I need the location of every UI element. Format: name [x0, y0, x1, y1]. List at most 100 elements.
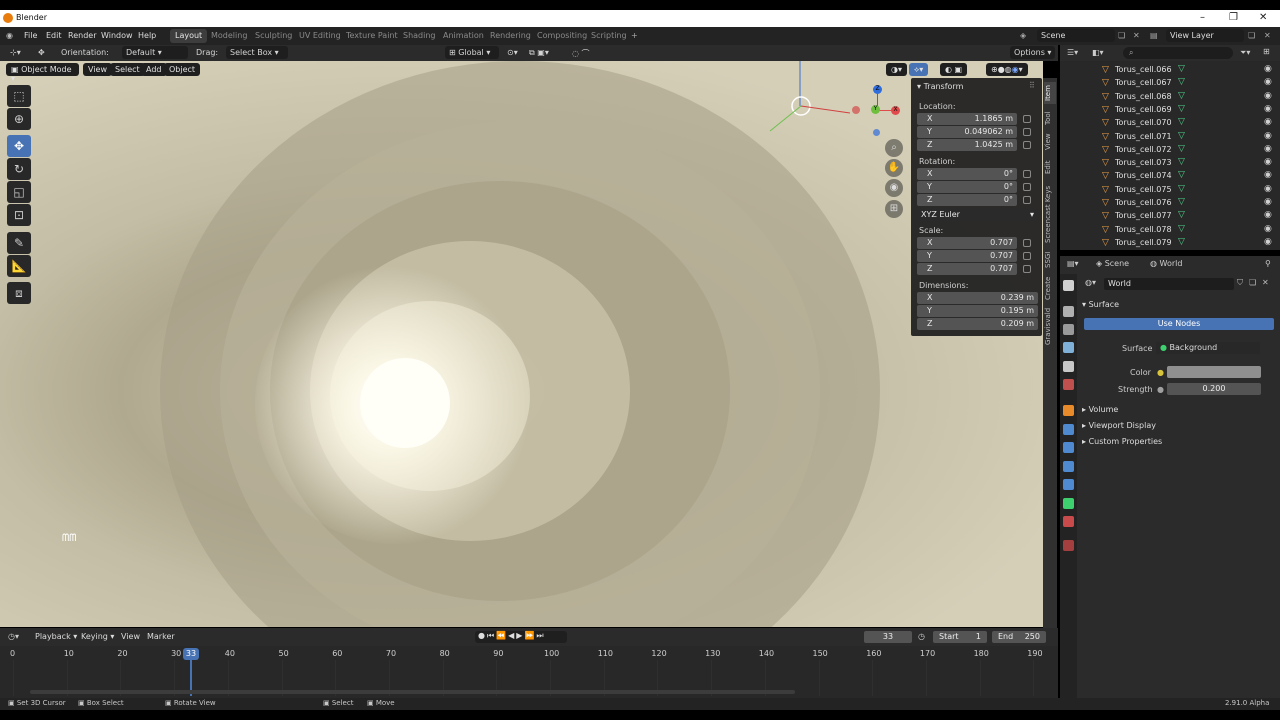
3d-viewport[interactable]: Z X Y ⌕ ✋ ◉ ⊞ ᗰᗰ [0, 61, 1043, 627]
minimize-icon[interactable]: – [1200, 12, 1205, 23]
playhead-frame-badge[interactable]: 33 [183, 648, 199, 660]
move-tool-button[interactable]: ✥ [7, 135, 31, 157]
lock-icon[interactable] [1023, 115, 1031, 123]
lock-icon[interactable] [1023, 196, 1031, 204]
visibility-eye-icon[interactable]: ◉ [1264, 170, 1272, 180]
outliner-item[interactable]: ▽ Torus_cell.076 ▽ ◉ [1060, 196, 1280, 209]
editor-type-icon[interactable]: ⊹▾ [6, 46, 25, 59]
world-breadcrumb[interactable]: ◍ World [1150, 259, 1182, 268]
tab-rendering[interactable]: Rendering [485, 29, 536, 43]
world-name-field[interactable]: World [1104, 278, 1234, 290]
tab-screencast-keys[interactable]: Screencast Keys [1044, 182, 1056, 246]
menu-edit[interactable]: Edit [46, 31, 62, 40]
menu-select[interactable]: Select [110, 63, 145, 76]
overlay-icon[interactable]: ◐ ▣ [940, 63, 968, 76]
menu-render[interactable]: Render [68, 31, 96, 40]
visibility-eye-icon[interactable]: ◉ [1264, 157, 1272, 167]
tool-tab-icon[interactable] [1063, 280, 1074, 291]
scale-tool-icon[interactable]: ◱ [7, 181, 31, 203]
menu-object[interactable]: Object [164, 63, 201, 76]
mesh-data-icon[interactable]: ▽ [1178, 64, 1185, 74]
menu-keying[interactable]: Keying ▾ [81, 632, 114, 641]
outliner-item[interactable]: ▽ Torus_cell.074 ▽ ◉ [1060, 169, 1280, 182]
outliner-item[interactable]: ▽ Torus_cell.071 ▽ ◉ [1060, 130, 1280, 143]
world-tab-icon[interactable] [1063, 379, 1074, 390]
outliner-item[interactable]: ▽ Torus_cell.067 ▽ ◉ [1060, 76, 1280, 89]
mesh-data-icon[interactable]: ▽ [1178, 104, 1185, 114]
timeline[interactable]: 0 10 20 30 40 50 60 70 80 90 100 110 120 130 140 150 160… [0, 646, 1058, 698]
tab-shading[interactable]: Shading [398, 29, 441, 43]
modifier-tab-icon[interactable] [1063, 424, 1074, 435]
rotate-tool-icon[interactable]: ↻ [7, 158, 31, 180]
mode-dropdown[interactable]: ▣ Object Mode ▾ [6, 63, 79, 83]
outliner-item[interactable]: ▽ Torus_cell.068 ▽ ◉ [1060, 90, 1280, 103]
move-tool-icon[interactable]: ✥ [34, 46, 49, 59]
scale-z-field[interactable]: Z 0.707 [917, 263, 1017, 275]
mesh-data-icon[interactable]: ▽ [1178, 131, 1185, 141]
scale-y-field[interactable]: Y 0.707 [917, 250, 1017, 262]
transform-orientation-dropdown[interactable]: ⊞ Global ▾ [445, 46, 499, 59]
lock-icon[interactable] [1023, 239, 1031, 247]
tab-edit[interactable]: Edit [1044, 158, 1056, 176]
menu-window[interactable]: Window [101, 31, 133, 40]
menu-marker[interactable]: Marker [147, 632, 175, 641]
data-tab-icon[interactable] [1063, 498, 1074, 509]
menu-help[interactable]: Help [138, 31, 156, 40]
playback-controls[interactable]: ●⏮⏪◀▶⏩⏭ [475, 631, 567, 643]
cursor-tool-icon[interactable]: ⊕ [7, 108, 31, 130]
close-icon[interactable]: ✕ [1259, 12, 1267, 23]
color-socket-icon[interactable]: ● [1157, 368, 1164, 377]
outliner-item[interactable]: ▽ Torus_cell.079 ▽ ◉ [1060, 236, 1280, 249]
menu-add[interactable]: Add [141, 63, 167, 76]
preview-range-icon[interactable]: ◷ [918, 632, 925, 641]
menu-view[interactable]: View [83, 63, 112, 76]
pan-hand-icon[interactable]: ✋ [885, 159, 903, 177]
mesh-data-icon[interactable]: ▽ [1178, 197, 1185, 207]
shading-modes-icon[interactable]: ⊕●◍◉▾ [986, 63, 1028, 76]
new-collection-icon[interactable]: ⊞ [1263, 47, 1270, 56]
transform-tool-icon[interactable]: ⊡ [7, 204, 31, 226]
outliner-item[interactable]: ▽ Torus_cell.069 ▽ ◉ [1060, 103, 1280, 116]
outliner-editor-type-icon[interactable]: ☰▾ [1067, 48, 1078, 57]
add-cube-tool-icon[interactable]: ⧈ [7, 282, 31, 304]
dimensions-y-field[interactable]: Y 0.195 m [917, 305, 1038, 317]
mesh-data-icon[interactable]: ▽ [1178, 157, 1185, 167]
rotation-y-field[interactable]: Y 0° [917, 181, 1017, 193]
visibility-eye-icon[interactable]: ◉ [1264, 224, 1272, 234]
drag-dropdown[interactable]: Select Box ▾ [226, 46, 288, 59]
lock-icon[interactable] [1023, 252, 1031, 260]
mesh-data-icon[interactable]: ▽ [1178, 237, 1185, 247]
unlink-world-icon[interactable]: ✕ [1262, 278, 1269, 287]
mesh-data-icon[interactable]: ▽ [1178, 117, 1185, 127]
duplicate-world-icon[interactable]: ❏ [1249, 278, 1256, 287]
timeline-editor-type-icon[interactable]: ◷▾ [8, 632, 19, 641]
visibility-eye-icon[interactable]: ◉ [1264, 117, 1272, 127]
fake-user-icon[interactable]: ⛉ [1237, 278, 1243, 288]
delete-view-layer-icon[interactable]: ✕ [1264, 31, 1271, 40]
tab-item[interactable]: Item [1044, 82, 1056, 104]
lock-icon[interactable] [1023, 128, 1031, 136]
tab-animation[interactable]: Animation [438, 29, 489, 43]
restore-icon[interactable]: ❐ [1229, 12, 1238, 23]
location-x-field[interactable]: X 1.1865 m [917, 113, 1017, 125]
strength-socket-icon[interactable]: ● [1157, 385, 1164, 394]
visibility-eye-icon[interactable]: ◉ [1264, 91, 1272, 101]
dimensions-z-field[interactable]: Z 0.209 m [917, 318, 1038, 330]
visibility-eye-icon[interactable]: ◉ [1264, 64, 1272, 74]
mesh-data-icon[interactable]: ▽ [1178, 184, 1185, 194]
mesh-data-icon[interactable]: ▽ [1178, 144, 1185, 154]
visibility-eye-icon[interactable]: ◉ [1264, 77, 1272, 87]
visibility-eye-icon[interactable]: ◉ [1264, 144, 1272, 154]
view-layer-selector[interactable]: View Layer [1166, 29, 1244, 42]
blender-menu-icon[interactable]: ◉ [6, 31, 13, 40]
mesh-data-icon[interactable]: ▽ [1178, 224, 1185, 234]
constraints-tab-icon[interactable] [1063, 479, 1074, 490]
gizmo-x-icon[interactable]: X [891, 106, 900, 115]
mesh-data-icon[interactable]: ▽ [1178, 91, 1185, 101]
gizmo-y-icon[interactable]: Y [871, 105, 880, 114]
tab-ssgi[interactable]: SSGI [1044, 250, 1056, 270]
current-frame-field[interactable]: 33 [864, 631, 912, 643]
visibility-eye-icon[interactable]: ◉ [1264, 197, 1272, 207]
render-tab-icon[interactable] [1063, 306, 1074, 317]
physics-tab-icon[interactable] [1063, 461, 1074, 472]
